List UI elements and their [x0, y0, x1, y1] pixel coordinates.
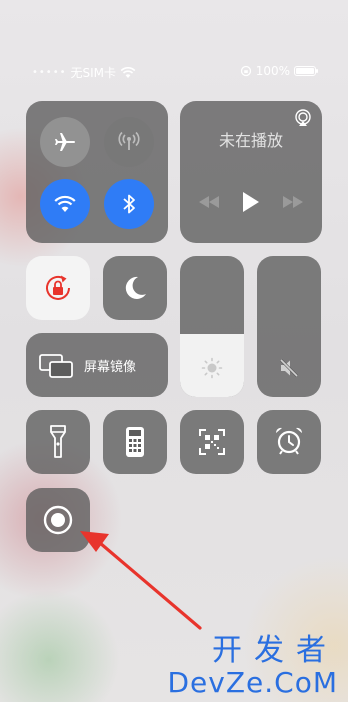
annotation-arrow-icon — [80, 531, 202, 630]
watermark-line2: DevZe.CoM — [167, 666, 338, 699]
watermark-line1: 开发者 — [212, 633, 338, 668]
watermark: 开发者 DevZe.CoM — [167, 634, 338, 698]
